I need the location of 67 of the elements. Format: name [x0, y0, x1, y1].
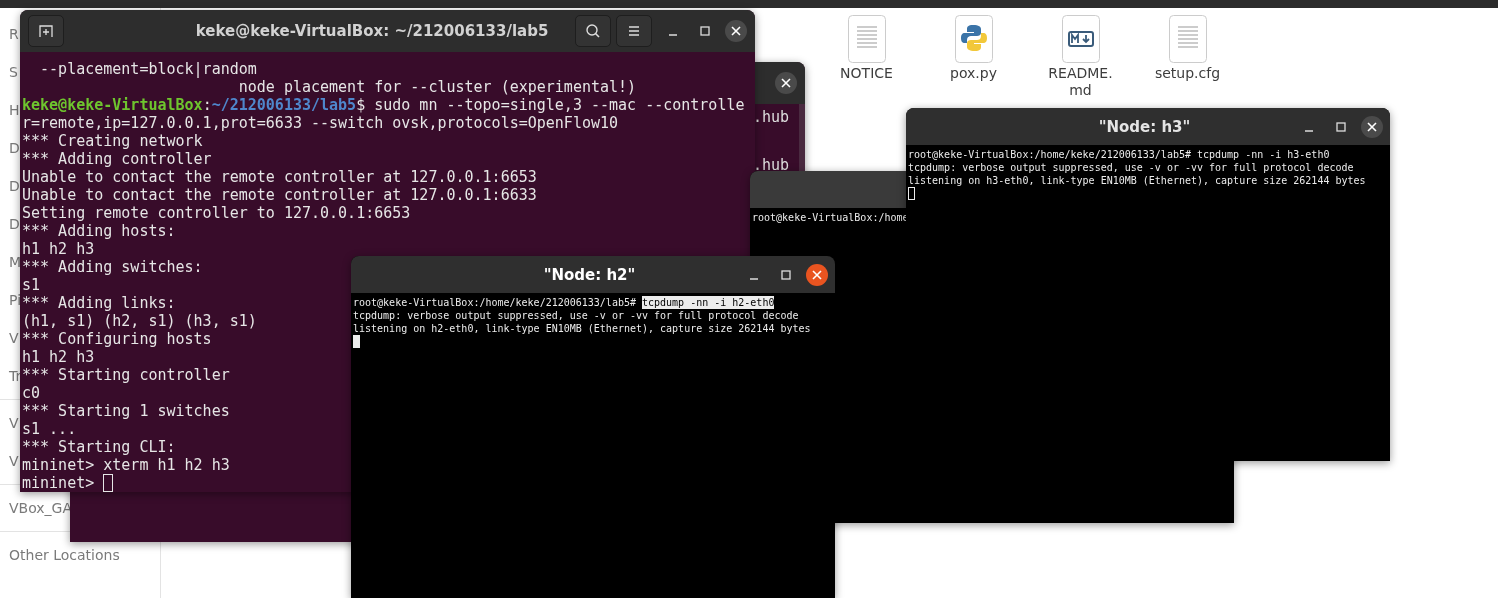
terminal-line: tcpdump: verbose output suppressed, use -v or -vv for full protocol decode	[353, 309, 799, 322]
terminal-line: *** Adding switches:	[22, 258, 203, 276]
terminal-line: Unable to contact the remote controller at 127.0.0.1:6653	[22, 168, 537, 186]
window-title: "Node: h3"	[1097, 117, 1192, 136]
terminal-line: node placement for --cluster (experimental!)	[237, 78, 637, 96]
prompt-text: root@keke-VirtualBox:/home/keke/212006133/lab5#	[908, 148, 1191, 161]
terminal-line: *** Configuring hosts	[22, 330, 212, 348]
new-tab-button[interactable]	[28, 15, 64, 47]
terminal-line: h1 h2 h3	[22, 348, 95, 366]
sidebar-item[interactable]: H	[0, 91, 20, 129]
terminal-line: *** Starting controller	[22, 366, 230, 384]
terminal-line: listening on h2-eth0, link-type EN10MB (Ethernet), capture size 262144 bytes	[353, 322, 811, 335]
close-icon[interactable]	[1361, 115, 1383, 138]
terminal-line: *** Creating network	[22, 132, 203, 150]
file-name[interactable]: NOTICE	[840, 65, 893, 82]
sidebar-item[interactable]: V	[0, 404, 19, 442]
close-icon[interactable]	[725, 20, 747, 42]
terminal-line: *** Adding links:	[22, 294, 176, 312]
prompt-text: root@keke-VirtualBox:/home/keke/212006133/lab5#	[353, 296, 636, 309]
terminal-line: s1 ...	[22, 420, 77, 438]
terminal-line: .hub	[752, 156, 789, 174]
close-icon[interactable]	[775, 72, 797, 94]
sidebar-item[interactable]: Tr	[0, 357, 22, 395]
terminal-line: mininet> xterm h1 h2 h3	[22, 456, 230, 474]
file-name[interactable]: setup.cfg	[1154, 65, 1221, 82]
terminal-line: *** Adding hosts:	[22, 222, 176, 240]
sidebar-item[interactable]: M	[0, 243, 22, 281]
menu-icon	[626, 23, 642, 39]
terminal-line: Unable to contact the remote controller at 127.0.0.1:6633	[22, 186, 537, 204]
sidebar-item[interactable]: R	[0, 15, 19, 53]
sidebar-item[interactable]: D	[0, 167, 20, 205]
terminal-line: h1 h2 h3	[22, 240, 95, 258]
file-name[interactable]: README. md	[1048, 65, 1113, 99]
window-title: "Node: h2"	[542, 265, 637, 284]
terminal-line: tcpdump: verbose output suppressed, use -v or -vv for full protocol decode	[908, 161, 1354, 174]
sidebar-item[interactable]: V	[0, 442, 19, 480]
command-text: tcpdump -nn -i h3-eth0	[1197, 148, 1330, 161]
terminal-line: c0	[22, 384, 41, 402]
menu-button[interactable]	[616, 15, 652, 47]
command-text: tcpdump -nn -i h2-eth0	[642, 296, 775, 309]
search-button[interactable]	[575, 15, 611, 47]
terminal-line: mininet>	[22, 474, 95, 492]
terminal-line: *** Starting CLI:	[22, 438, 176, 456]
terminal-line: keke@keke-VirtualBox:~/212006133/lab5$ sudo mn --topo=single,3 --mac --controller=remote,ip=127.0.0.1,prot=6633 --switch ovsk,protocols=OpenFlow10	[22, 96, 746, 132]
search-icon	[585, 23, 601, 39]
sidebar-item[interactable]: D	[0, 205, 20, 243]
terminal-line: --placement=block|random	[39, 60, 257, 78]
new-tab-icon	[38, 23, 54, 39]
sidebar-item[interactable]: S	[0, 53, 18, 91]
terminal-line: .hub	[752, 108, 789, 126]
sidebar-item[interactable]: Pi	[0, 281, 22, 319]
terminal-line: listening on h3-eth0, link-type EN10MB (Ethernet), capture size 262144 bytes	[908, 174, 1366, 187]
terminal-line: s1	[22, 276, 41, 294]
sidebar-item[interactable]: Other Locations	[0, 536, 120, 574]
sidebar-item[interactable]: D	[0, 129, 20, 167]
sidebar-item[interactable]: V	[0, 319, 19, 357]
file-name[interactable]: pox.py	[950, 65, 997, 82]
terminal-line: *** Starting 1 switches	[22, 402, 230, 420]
sidebar-item[interactable]: VBox_GA	[0, 489, 73, 527]
terminal-line: root@keke-VirtualBox:/home	[752, 211, 909, 224]
terminal-line: (h1, s1) (h2, s1) (h3, s1)	[22, 312, 257, 330]
python-file-icon[interactable]	[954, 15, 993, 63]
window-title: keke@keke-VirtualBox: ~/212006133/lab5	[194, 22, 550, 40]
terminal-line: Setting remote controller to 127.0.0.1:6653	[22, 204, 411, 222]
markdown-file-icon[interactable]	[1061, 15, 1100, 63]
terminal-line: *** Adding controller	[22, 150, 212, 168]
close-icon[interactable]	[806, 263, 828, 286]
